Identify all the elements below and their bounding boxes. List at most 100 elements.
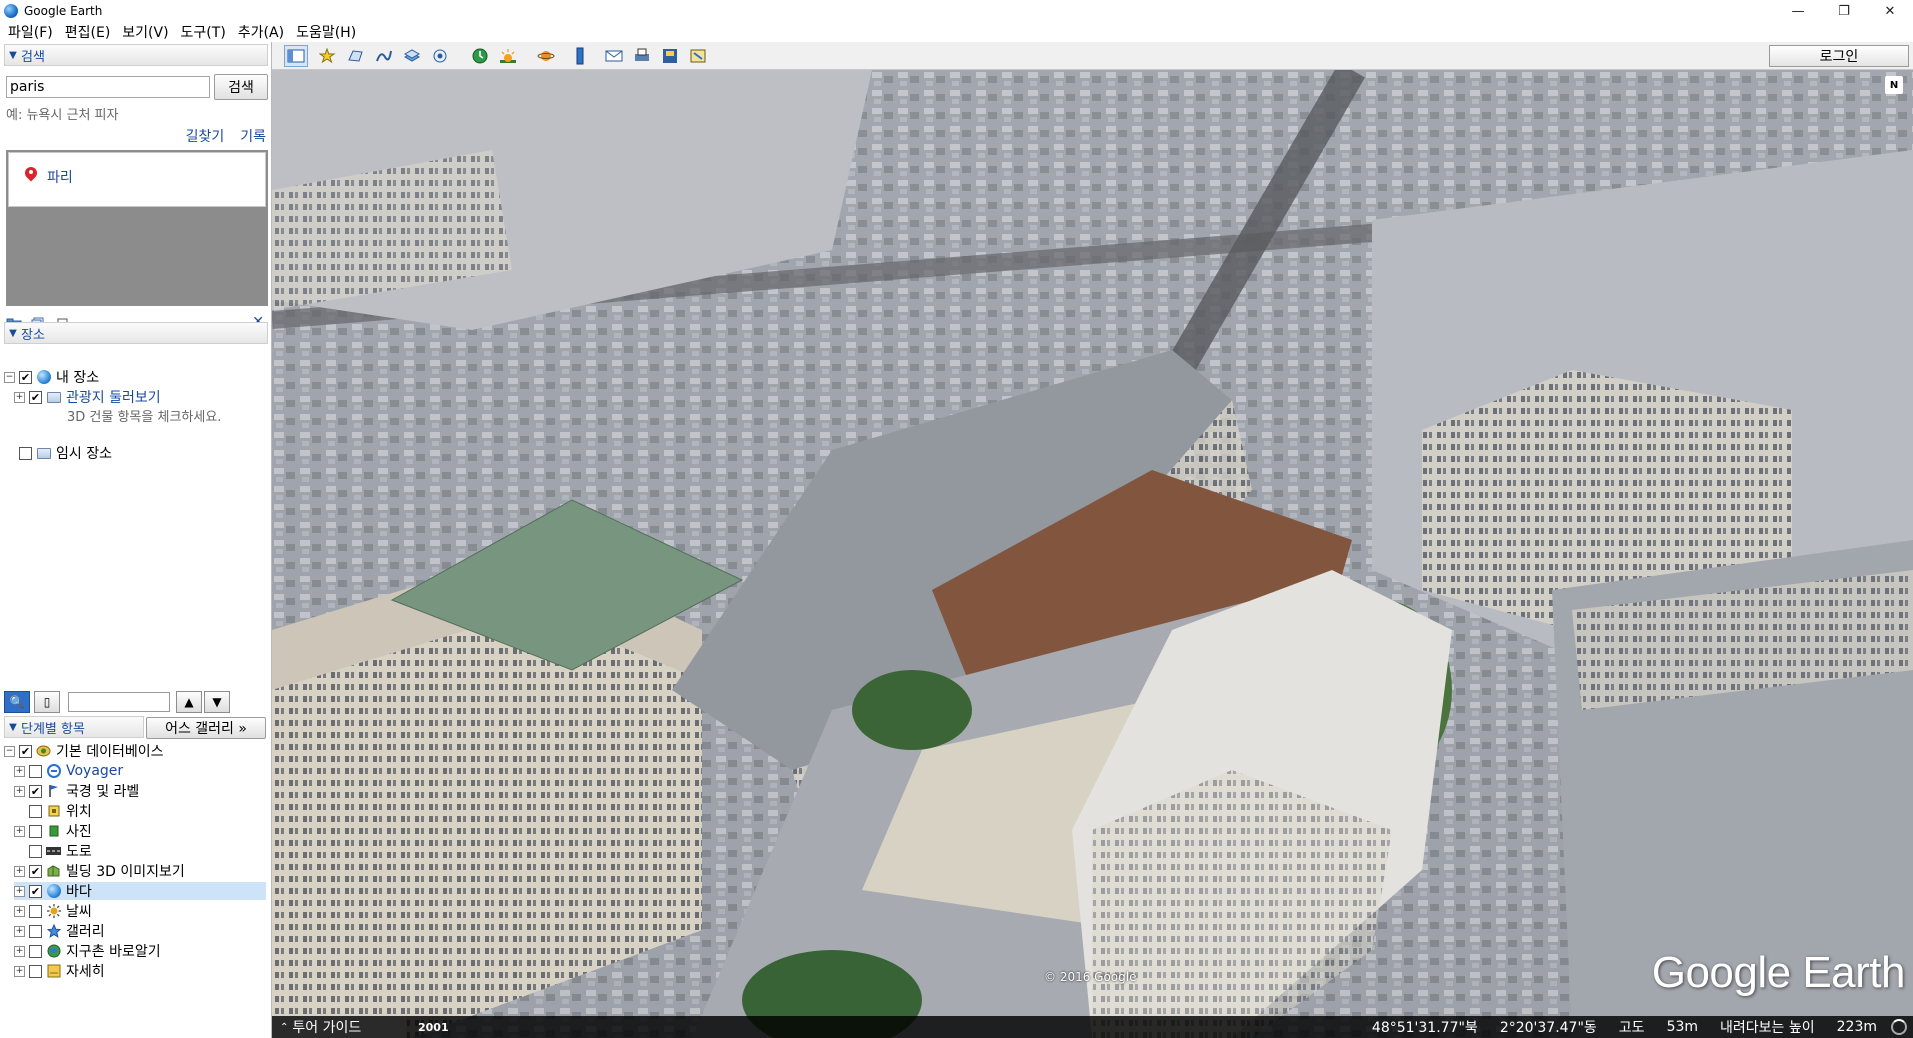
image-overlay-icon[interactable] (400, 45, 424, 67)
minimize-button[interactable]: — (1775, 0, 1821, 22)
ocean-icon (46, 884, 61, 898)
history-link[interactable]: 기록 (240, 126, 266, 146)
earth-gallery-button[interactable]: 어스 갤러리 » (146, 717, 266, 739)
historical-imagery-icon[interactable] (468, 45, 492, 67)
ruler-icon[interactable] (568, 45, 592, 67)
globe-awareness-icon (46, 944, 61, 958)
google-maps-icon[interactable] (686, 45, 710, 67)
tour-note-text: 3D 건물 항목을 체크하세요. (67, 409, 222, 425)
layer-checkbox[interactable] (29, 924, 42, 938)
login-button[interactable]: 로그인 (1769, 45, 1909, 67)
compass-north-icon[interactable]: N (1885, 76, 1903, 94)
layer-row[interactable]: + 갤러리 (14, 922, 105, 940)
collapse-toggle[interactable]: − (4, 745, 15, 757)
expand-toggle[interactable]: + (14, 945, 25, 957)
collapse-toggle[interactable]: − (4, 371, 15, 383)
record-tour-icon[interactable] (428, 45, 452, 67)
polygon-icon[interactable] (344, 45, 368, 67)
move-down-icon[interactable]: ▼ (204, 691, 230, 713)
expand-toggle[interactable]: + (14, 391, 25, 403)
tour-checkbox[interactable]: ✔ (29, 390, 42, 404)
sunlight-icon[interactable] (496, 45, 520, 67)
places-section-header[interactable]: ▼ 장소 (4, 322, 268, 344)
print-icon[interactable] (630, 45, 654, 67)
layer-row[interactable]: + ✔ 빌딩 3D 이미지보기 (14, 862, 185, 880)
menu-file[interactable]: 파일(F) (2, 22, 59, 42)
layer-checkbox[interactable] (29, 824, 42, 838)
layer-checkbox[interactable] (29, 964, 42, 978)
layer-row[interactable]: + Voyager (14, 762, 123, 780)
menu-add[interactable]: 추가(A) (232, 22, 290, 42)
layers-section-header[interactable]: ▼ 단계별 항목 (4, 716, 144, 738)
layer-row[interactable]: + 날씨 (14, 902, 92, 920)
main-toolbar: 로그인 (272, 42, 1913, 70)
google-earth-logo-icon (4, 4, 18, 18)
placemark-icon[interactable] (316, 45, 340, 67)
expand-toggle[interactable]: + (14, 925, 25, 937)
places-filter-input[interactable] (68, 692, 170, 712)
temporary-checkbox[interactable] (19, 446, 32, 460)
menu-help[interactable]: 도움말(H) (290, 22, 362, 42)
expand-toggle[interactable]: + (14, 965, 25, 977)
sidebar-toggle-icon[interactable] (284, 45, 308, 67)
tree-item-my-places[interactable]: − ✔ 내 장소 (4, 368, 99, 386)
close-button[interactable]: ✕ (1867, 0, 1913, 22)
search-result-item[interactable]: 파리 (8, 152, 266, 207)
layer-checkbox[interactable] (29, 944, 42, 958)
flag-icon (46, 784, 61, 798)
layer-row[interactable]: + 지구촌 바로알기 (14, 942, 161, 960)
layer-row[interactable]: + 자세히 (14, 962, 105, 980)
layer-row[interactable]: − ✔ 기본 데이터베이스 (4, 742, 164, 760)
tour-guide-button[interactable]: ⌃ 투어 가이드 (272, 1016, 406, 1038)
expand-toggle[interactable]: + (14, 905, 25, 917)
menu-view[interactable]: 보기(V) (116, 22, 174, 42)
layer-row[interactable]: + ✔ 국경 및 라벨 (14, 782, 139, 800)
tree-item-tour[interactable]: + ✔ 관광지 둘러보기 (14, 388, 161, 406)
chevron-up-icon: ⌃ (280, 1021, 289, 1033)
layer-checkbox[interactable] (29, 804, 42, 818)
search-input[interactable] (6, 76, 210, 98)
streaming-indicator-icon (1891, 1019, 1907, 1035)
expand-toggle[interactable]: + (14, 765, 25, 777)
database-icon (36, 744, 51, 758)
layer-checkbox[interactable] (29, 904, 42, 918)
search-section-header[interactable]: ▼ 검색 (4, 44, 268, 66)
layer-checkbox[interactable]: ✔ (29, 884, 42, 898)
tree-item-temporary[interactable]: 임시 장소 (4, 444, 112, 462)
earth-3d-view[interactable]: N © 2016 Google Google Earth ⌃ 투어 가이드 20… (272, 70, 1913, 1038)
gallery-icon (46, 924, 61, 938)
layer-checkbox[interactable] (29, 764, 42, 778)
my-places-label: 내 장소 (56, 370, 100, 386)
layer-row-selected[interactable]: + ✔ 바다 (14, 882, 266, 900)
planets-icon[interactable] (534, 45, 558, 67)
menu-edit[interactable]: 편집(E) (59, 22, 117, 42)
expand-toggle[interactable]: + (14, 885, 25, 897)
my-places-checkbox[interactable]: ✔ (19, 370, 32, 384)
tour-note: 3D 건물 항목을 체크하세요. (67, 406, 222, 425)
menu-tools[interactable]: 도구(T) (175, 22, 232, 42)
layer-row[interactable]: 도로 (14, 842, 92, 860)
expand-toggle[interactable]: + (14, 825, 25, 837)
collapse-triangle-icon: ▼ (9, 327, 17, 339)
layer-checkbox[interactable] (29, 844, 42, 858)
search-button[interactable]: 검색 (214, 74, 268, 100)
search-places-icon[interactable]: 🔍 (4, 691, 30, 713)
expand-toggle[interactable]: + (14, 785, 25, 797)
layer-row[interactable]: 위치 (14, 802, 92, 820)
expand-toggle[interactable]: + (14, 865, 25, 877)
path-icon[interactable] (372, 45, 396, 67)
panel-toggle-icon[interactable]: ▯ (34, 691, 60, 713)
restore-button[interactable]: ❐ (1821, 0, 1867, 22)
layer-row[interactable]: + 사진 (14, 822, 92, 840)
move-up-icon[interactable]: ▲ (176, 691, 202, 713)
eye-altitude-label: 내려다보는 높이 (1720, 1020, 1815, 1036)
directions-link[interactable]: 길찾기 (186, 126, 225, 146)
save-image-icon[interactable] (658, 45, 682, 67)
layer-label: 갤러리 (66, 924, 105, 940)
layer-checkbox[interactable]: ✔ (29, 864, 42, 878)
layer-checkbox[interactable]: ✔ (19, 744, 32, 758)
building-3d-icon (46, 864, 61, 878)
email-icon[interactable] (602, 45, 626, 67)
layer-checkbox[interactable]: ✔ (29, 784, 42, 798)
empty-toggle (14, 806, 25, 817)
